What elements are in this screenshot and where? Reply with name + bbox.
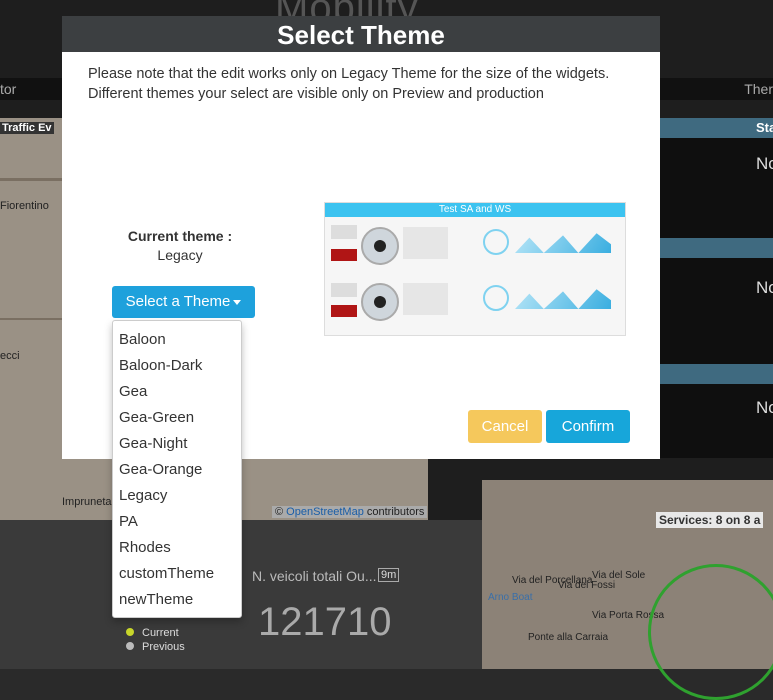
widget-legend: Current Previous	[126, 626, 185, 654]
preview-gauge	[361, 283, 399, 321]
preview-title: Test SA and WS	[325, 203, 625, 217]
preview-gauge	[361, 227, 399, 265]
modal-header: Select Theme	[62, 16, 660, 52]
caret-down-icon	[233, 299, 242, 305]
preview-keypad	[403, 283, 448, 315]
services-map[interactable]: Services: 8 on 8 a Via del Porcellana Vi…	[482, 480, 773, 700]
theme-option-pa[interactable]: PA	[119, 513, 138, 530]
theme-option-customtheme[interactable]: customTheme	[119, 565, 214, 582]
status-value: No	[756, 398, 773, 417]
right-status-panel: Sta No No No	[660, 118, 773, 458]
theme-option-gea[interactable]: Gea	[119, 383, 147, 400]
map-label: Via del Sole	[592, 570, 646, 581]
theme-option-baloon-dark[interactable]: Baloon-Dark	[119, 357, 202, 374]
theme-option-rhodes[interactable]: Rhodes	[119, 539, 171, 556]
map-label: Fiorentino	[0, 200, 49, 212]
preview-meter	[483, 285, 509, 311]
widget-title: N. veicoli totali Ou...	[252, 568, 377, 584]
preview-widget	[331, 305, 357, 317]
theme-option-gea-night[interactable]: Gea-Night	[119, 435, 187, 452]
map-label: Arno Boat	[488, 592, 533, 603]
toolbar-right-text: Ther	[744, 81, 773, 97]
osm-suffix: contributors	[366, 506, 425, 518]
legend-previous: Previous	[126, 640, 185, 654]
toolbar-left-text: tor	[0, 81, 17, 97]
panel-header: Sta	[660, 118, 773, 138]
legend-current: Current	[126, 626, 185, 640]
widget-time-badge: 9m	[378, 568, 400, 582]
confirm-button[interactable]: Confirm	[546, 410, 630, 443]
map-label: Ponte alla Carraia	[528, 632, 609, 643]
theme-option-baloon[interactable]: Baloon	[119, 331, 166, 348]
theme-option-legacy[interactable]: Legacy	[119, 487, 167, 504]
preview-meter	[483, 229, 509, 255]
panel-header	[660, 238, 773, 258]
preview-widget	[331, 283, 357, 297]
preview-widget	[331, 249, 357, 261]
panel-header-label: Sta	[756, 120, 773, 135]
preview-widget	[331, 225, 357, 239]
map-label: Impruneta	[62, 496, 112, 508]
osm-attribution: © OpenStreetMap contributors	[272, 506, 428, 518]
map-label: Traffic Ev	[0, 122, 54, 134]
panel-header	[660, 364, 773, 384]
theme-dropdown-menu: Baloon Baloon-Dark Gea Gea-Green Gea-Nig…	[112, 320, 242, 618]
osm-link[interactable]: OpenStreetMap	[286, 506, 364, 518]
services-count-label: Services: 8 on 8 a	[656, 512, 764, 528]
status-value: No	[756, 278, 773, 297]
current-theme-label: Current theme :	[127, 228, 233, 244]
osm-copyright: ©	[275, 506, 284, 518]
current-theme-value: Legacy	[157, 247, 203, 263]
theme-option-gea-green[interactable]: Gea-Green	[119, 409, 194, 426]
map-label: Via dei Fossi	[558, 580, 616, 591]
modal-title: Select Theme	[277, 20, 445, 50]
widget-big-number: 121710	[258, 600, 392, 644]
theme-note: Please note that the edit works only on …	[88, 66, 610, 102]
preview-area-chart	[515, 289, 611, 309]
status-value: No	[756, 154, 773, 173]
select-theme-button-label: Select a Theme	[125, 293, 231, 310]
theme-preview-image: Test SA and WS	[324, 202, 626, 336]
theme-option-gea-orange[interactable]: Gea-Orange	[119, 461, 202, 478]
map-label: ecci	[0, 350, 20, 362]
theme-option-newtheme[interactable]: newTheme	[119, 591, 193, 608]
preview-area-chart	[515, 233, 611, 253]
service-area-circle	[648, 564, 773, 700]
select-theme-button[interactable]: Select a Theme	[112, 286, 255, 318]
preview-keypad	[403, 227, 448, 259]
cancel-button[interactable]: Cancel	[468, 410, 542, 443]
